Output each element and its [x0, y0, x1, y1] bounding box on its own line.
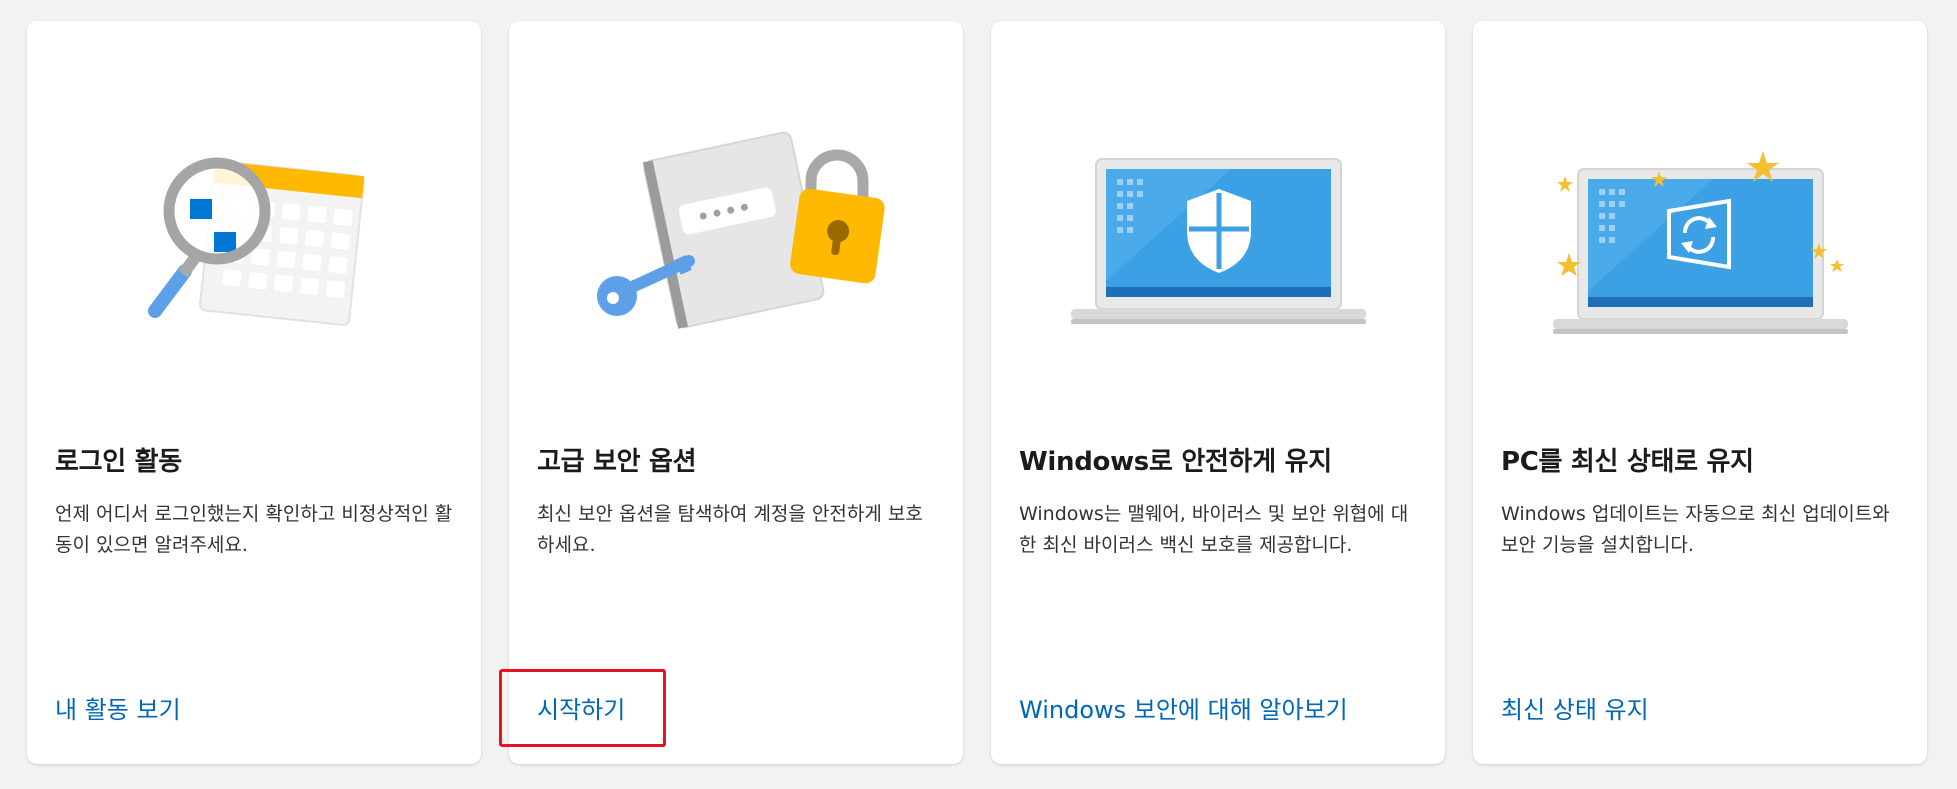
- highlight-box: [499, 669, 666, 747]
- key-lock-icon: [509, 21, 963, 401]
- card-description: 최신 보안 옵션을 탐색하여 계정을 안전하게 보호하세요.: [537, 503, 923, 556]
- card-advanced-security-options: 고급 보안 옵션 최신 보안 옵션을 탐색하여 계정을 안전하게 보호하세요. …: [509, 21, 963, 764]
- card-keep-windows-safe: Windows로 안전하게 유지 Windows는 맬웨어, 바이러스 및 보안…: [991, 21, 1445, 764]
- laptop-shield-icon: [991, 21, 1445, 401]
- card-title: Windows로 안전하게 유지: [1019, 447, 1332, 477]
- learn-about-windows-security-link[interactable]: Windows 보안에 대해 알아보기: [1019, 690, 1348, 725]
- view-my-activity-link[interactable]: 내 활동 보기: [55, 690, 181, 725]
- card-description: Windows는 맬웨어, 바이러스 및 보안 위협에 대한 최신 바이러스 백…: [1019, 503, 1409, 556]
- card-title: PC를 최신 상태로 유지: [1501, 447, 1754, 477]
- card-sign-in-activity: 로그인 활동 언제 어디서 로그인했는지 확인하고 비정상적인 활동이 있으면 …: [27, 21, 481, 764]
- card-description: Windows 업데이트는 자동으로 최신 업데이트와 보안 기능을 설치합니다…: [1501, 503, 1890, 556]
- calendar-magnifier-icon: [27, 21, 481, 401]
- laptop-update-icon: [1473, 21, 1927, 401]
- card-title: 로그인 활동: [55, 447, 182, 477]
- security-cards-row: 로그인 활동 언제 어디서 로그인했는지 확인하고 비정상적인 활동이 있으면 …: [27, 21, 1927, 764]
- stay-up-to-date-link[interactable]: 최신 상태 유지: [1501, 690, 1649, 725]
- card-description: 언제 어디서 로그인했는지 확인하고 비정상적인 활동이 있으면 알려주세요.: [55, 503, 453, 556]
- card-title: 고급 보안 옵션: [537, 447, 697, 477]
- card-keep-pc-up-to-date: PC를 최신 상태로 유지 Windows 업데이트는 자동으로 최신 업데이트…: [1473, 21, 1927, 764]
